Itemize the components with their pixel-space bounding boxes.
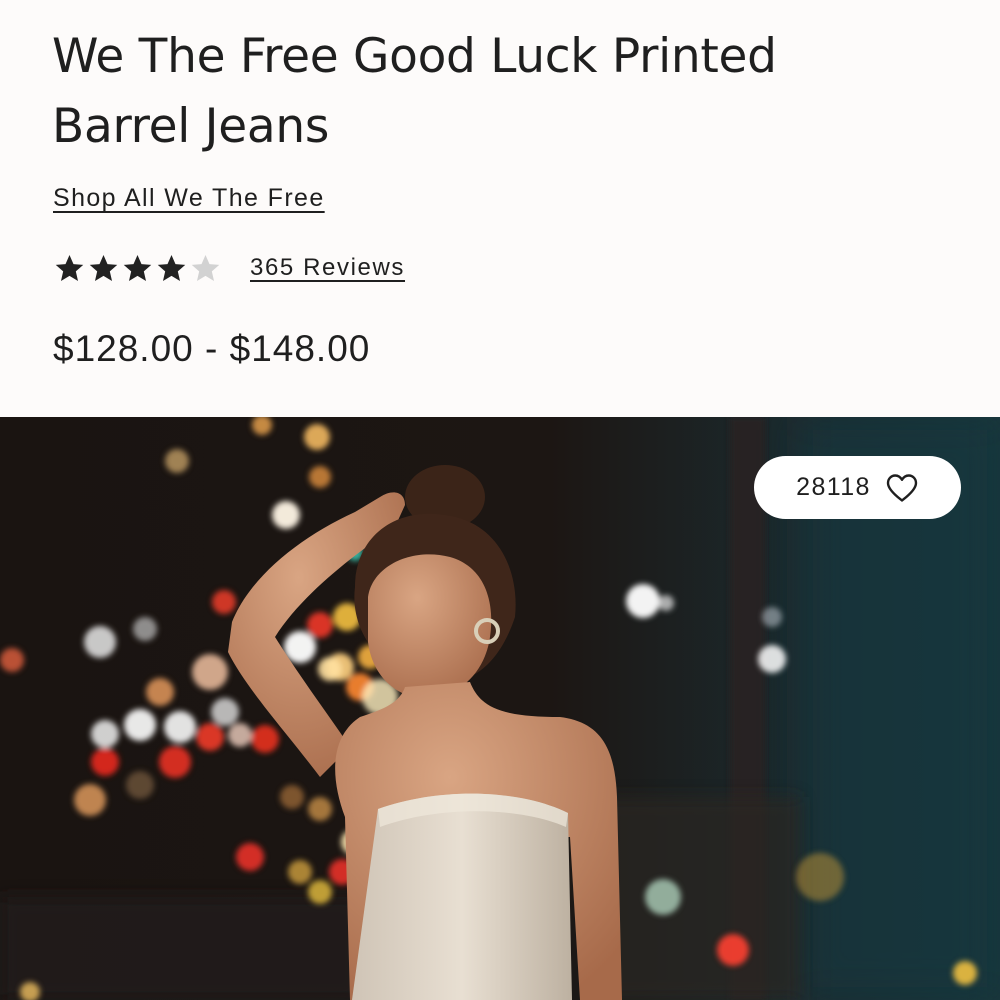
- product-header: We The Free Good Luck Printed Barrel Jea…: [0, 0, 1000, 417]
- price-range: $128.00 - $148.00: [53, 328, 371, 369]
- rating-row: 365 Reviews: [53, 248, 405, 288]
- star-icon: [123, 254, 152, 281]
- favorite-button[interactable]: 28118: [754, 456, 961, 519]
- product-hero-image[interactable]: 28118: [0, 417, 1000, 1000]
- favorite-count: 28118: [796, 473, 871, 501]
- product-title: We The Free Good Luck Printed Barrel Jea…: [52, 29, 777, 154]
- heart-outline-icon: [886, 473, 918, 502]
- star-icon: [89, 254, 118, 281]
- star-icon: [55, 254, 84, 281]
- shop-brand-link[interactable]: Shop All We The Free: [53, 184, 325, 213]
- star-icon: [157, 254, 186, 281]
- star-icon: [191, 254, 220, 281]
- star-rating: [53, 252, 222, 285]
- reviews-link[interactable]: 365 Reviews: [250, 254, 405, 282]
